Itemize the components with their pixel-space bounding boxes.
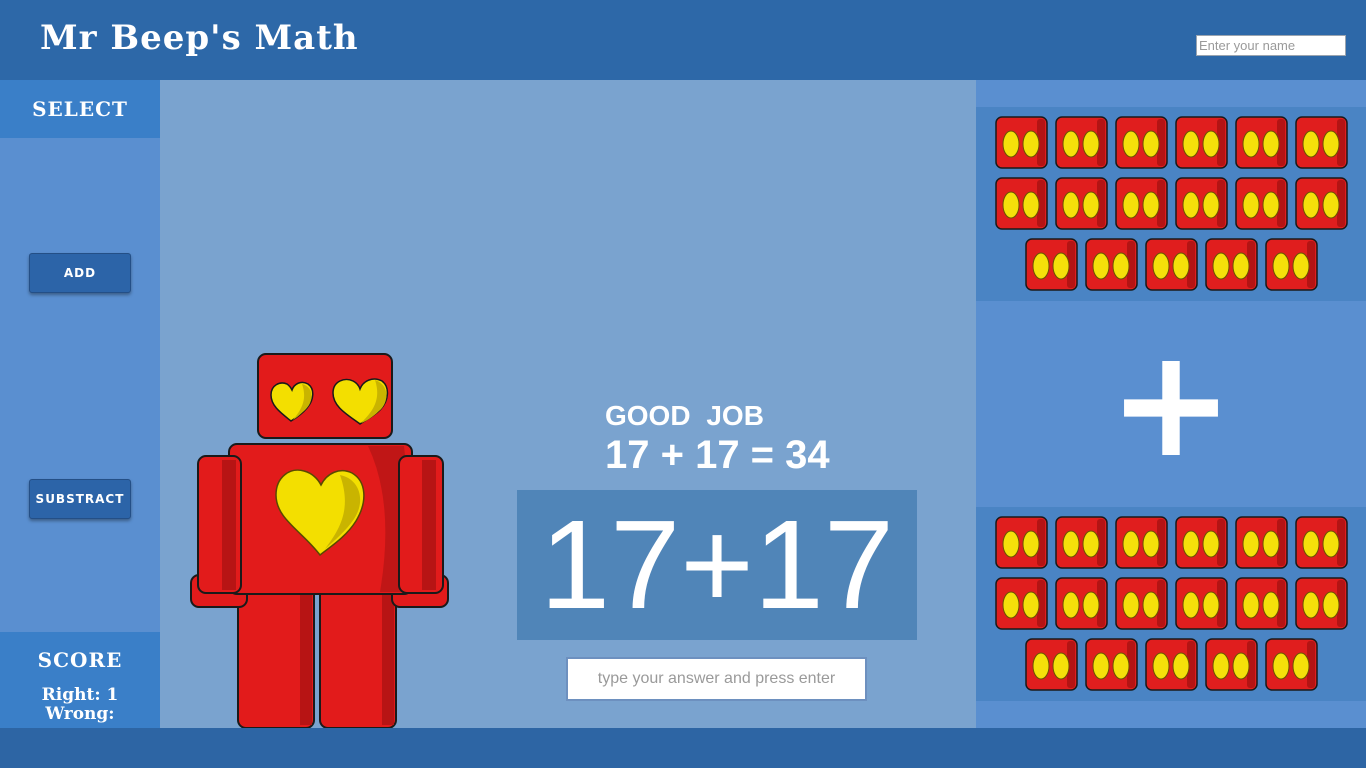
counting-block [1115, 177, 1168, 230]
main-area: GOOD JOB 17 + 17 = 34 17+17 [160, 80, 976, 728]
counting-block [1085, 238, 1138, 291]
score-panel: SCORE Right: 1 Wrong: [0, 632, 160, 728]
counting-block [995, 177, 1048, 230]
right-count: Right: 1 [41, 685, 119, 705]
counting-block [1145, 238, 1198, 291]
counting-block [1175, 116, 1228, 169]
counting-block [1235, 516, 1288, 569]
counting-block [1235, 577, 1288, 630]
add-button[interactable]: ADD [29, 253, 131, 293]
counting-block [1025, 638, 1078, 691]
counting-block [1265, 238, 1318, 291]
bottom-blocks-panel [976, 507, 1366, 701]
footer-bar [0, 728, 1366, 768]
counting-block [1115, 116, 1168, 169]
answer-input[interactable] [566, 657, 867, 701]
top-blocks-panel [976, 107, 1366, 301]
select-heading: SELECT [0, 80, 160, 138]
counting-block [1265, 638, 1318, 691]
feedback-title: GOOD JOB [605, 400, 764, 431]
counting-block [1295, 177, 1348, 230]
problem-display: 17+17 [517, 490, 917, 640]
subtract-button[interactable]: SUBSTRACT [29, 479, 131, 519]
counting-block [995, 116, 1048, 169]
counting-block [1235, 116, 1288, 169]
counting-block [1025, 238, 1078, 291]
counting-block [1055, 516, 1108, 569]
counting-block [1115, 516, 1168, 569]
counting-block [1085, 638, 1138, 691]
visual-panel: + [976, 80, 1366, 728]
counting-block [1175, 177, 1228, 230]
counting-block [1055, 577, 1108, 630]
counting-block [1295, 516, 1348, 569]
operator-symbol: + [1108, 317, 1234, 491]
name-input[interactable] [1196, 35, 1346, 56]
counting-block [1235, 177, 1288, 230]
counting-block [995, 516, 1048, 569]
counting-block [1115, 577, 1168, 630]
counting-block [1295, 116, 1348, 169]
counting-block [1175, 577, 1228, 630]
header-bar: Mr Beep's Math [0, 0, 1366, 80]
app-logo: Mr Beep's Math [40, 18, 359, 58]
sidebar: SELECT ADD SUBSTRACT SCORE Right: 1 Wron… [0, 80, 160, 728]
counting-block [1055, 116, 1108, 169]
score-heading: SCORE [37, 648, 123, 672]
counting-block [1055, 177, 1108, 230]
counting-block [1295, 577, 1348, 630]
counting-block [1205, 638, 1258, 691]
feedback-equation: 17 + 17 = 34 [605, 433, 830, 477]
counting-block [1205, 238, 1258, 291]
wrong-count: Wrong: [45, 704, 115, 724]
counting-block [1145, 638, 1198, 691]
counting-block [995, 577, 1048, 630]
feedback-message: GOOD JOB 17 + 17 = 34 [605, 400, 830, 478]
robot-illustration [190, 353, 449, 728]
counting-block [1175, 516, 1228, 569]
